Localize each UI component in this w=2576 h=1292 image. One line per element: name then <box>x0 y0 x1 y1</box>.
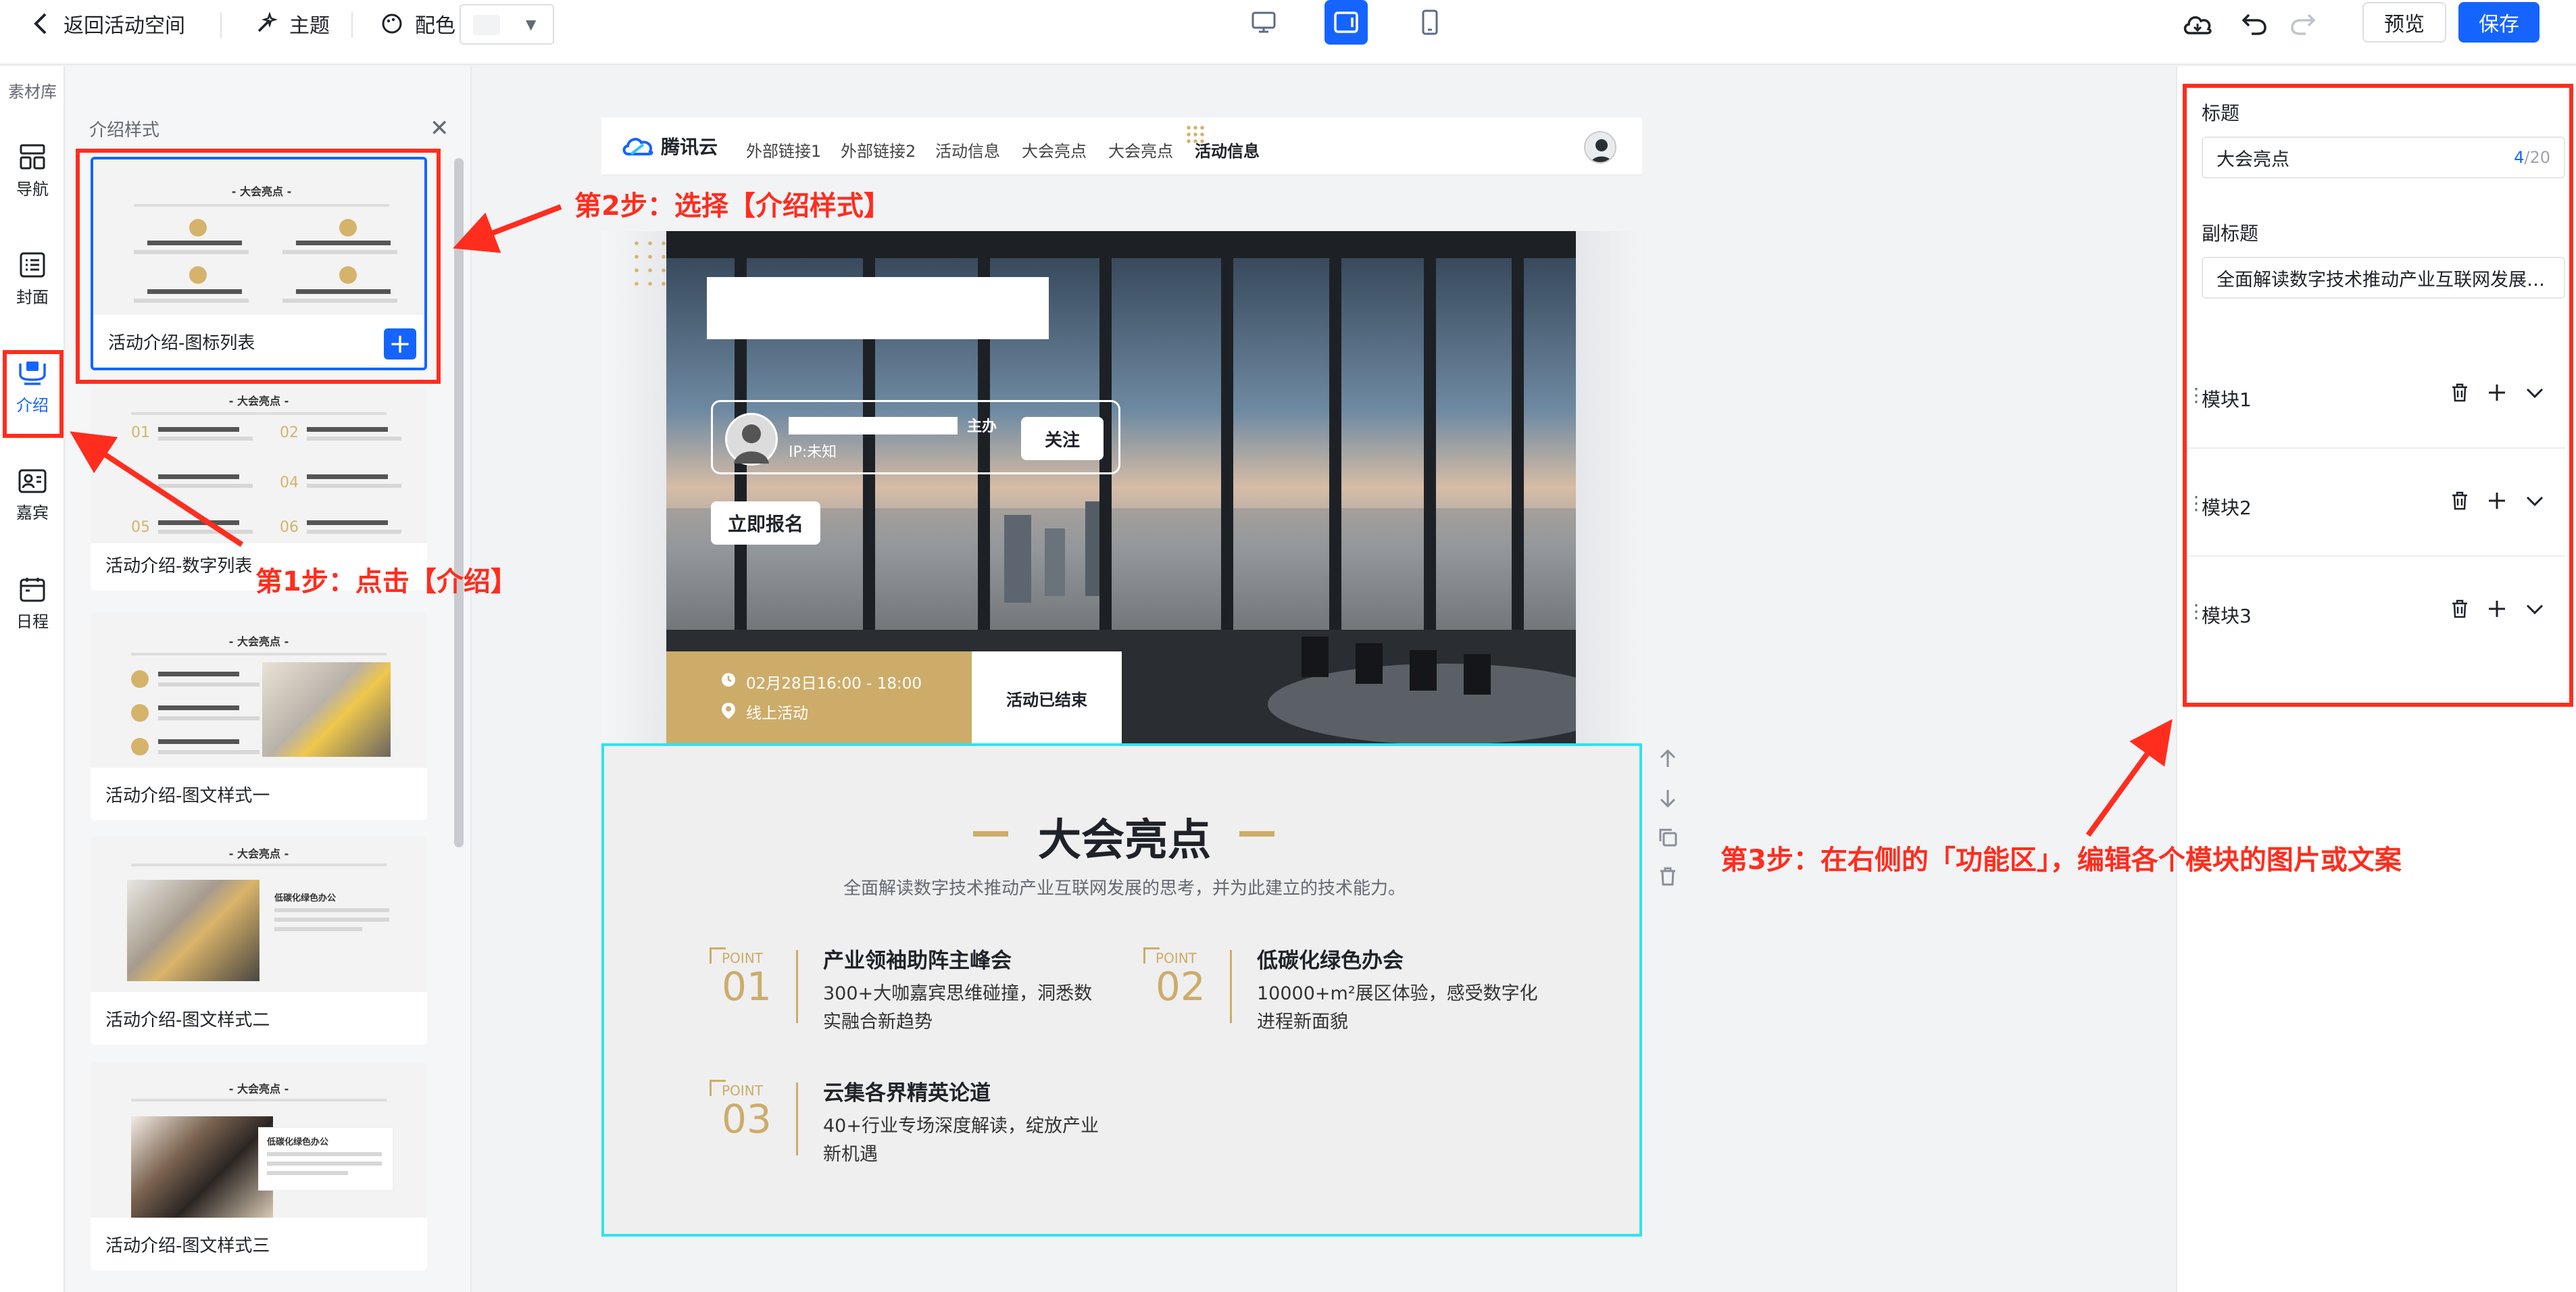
annotation-arrows <box>70 204 2173 837</box>
annotation-step2: 第2步：选择【介绍样式】 <box>574 191 891 222</box>
annotation-step1: 第1步：点击【介绍】 <box>255 566 518 597</box>
annotation-step3: 第3步：在右侧的「功能区」，编辑各个模块的图片或文案 <box>1720 845 2402 876</box>
